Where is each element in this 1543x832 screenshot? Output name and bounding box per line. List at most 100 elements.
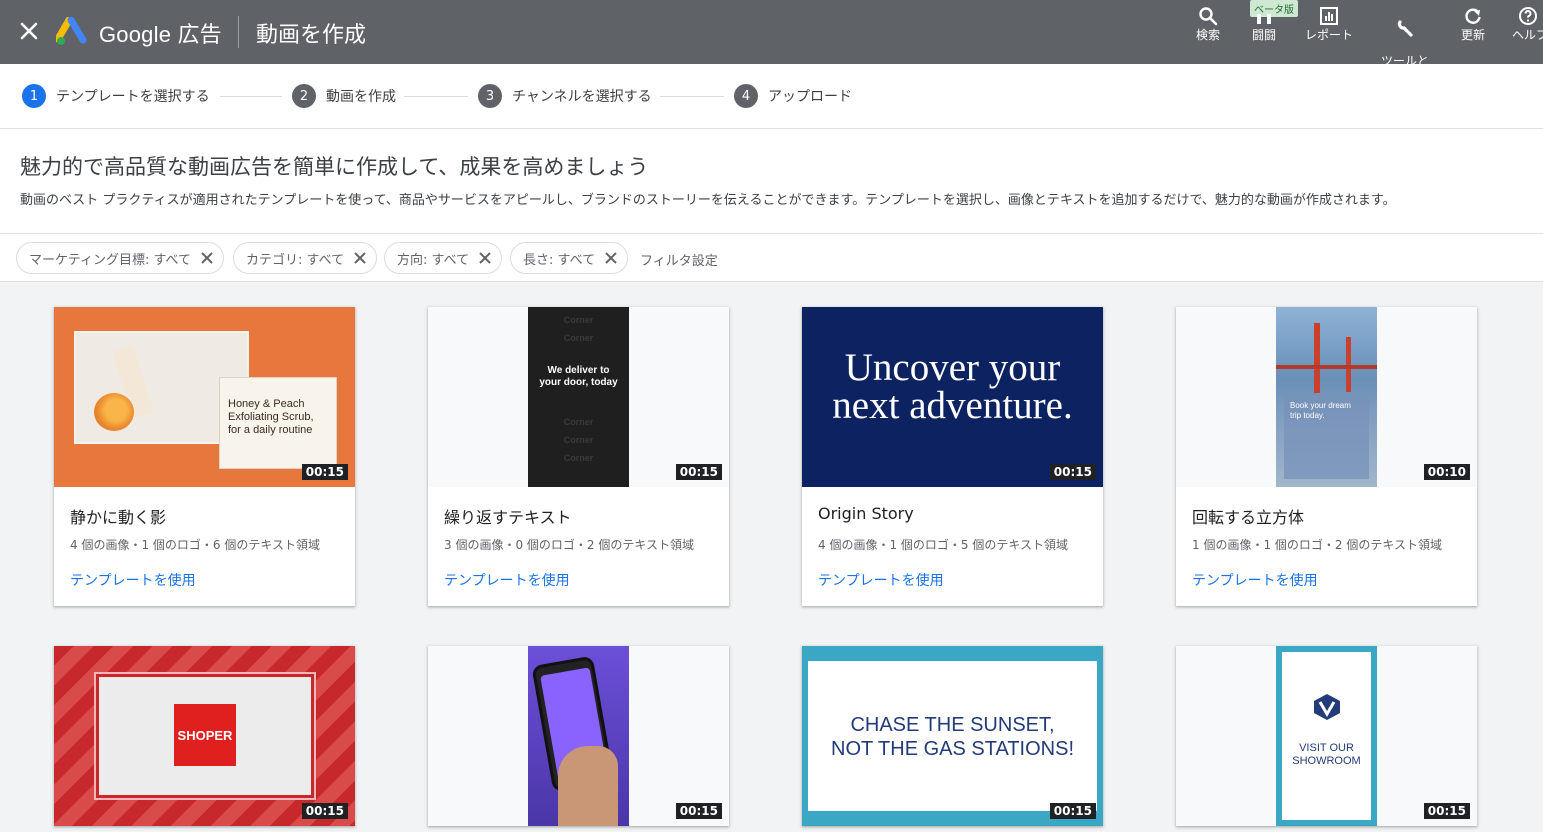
template-card[interactable]: Honey & Peach Exfoliating Scrub, for a d… xyxy=(54,307,355,606)
template-thumbnail[interactable]: Book your dream trip today. 00:10 xyxy=(1176,307,1477,487)
use-template-link[interactable]: テンプレートを使用 xyxy=(70,570,196,590)
page-title: 動画を作成 xyxy=(256,22,367,47)
duration-badge: 00:15 xyxy=(1049,803,1096,819)
brand-logo-icon xyxy=(1314,694,1340,720)
tool-help-button[interactable]: ヘルプ xyxy=(1512,6,1543,42)
report-icon xyxy=(1320,7,1338,25)
help-icon xyxy=(1519,7,1537,25)
intro-description: 動画のベスト プラクティスが適用されたテンプレートを使って、商品やサービスをアピ… xyxy=(20,193,1396,208)
wrench-icon xyxy=(1397,20,1413,37)
template-title: Origin Story xyxy=(818,504,914,523)
duration-badge: 00:15 xyxy=(301,464,348,480)
ghost-text: Corner xyxy=(563,453,594,463)
tool-chart-button[interactable]: 闘闘 xyxy=(1248,6,1280,42)
thumbnail-frame: VISIT OUR SHOWROOM xyxy=(1282,652,1371,820)
tool-search-button[interactable]: 検索 xyxy=(1193,6,1223,42)
tool-report-button[interactable]: レポート xyxy=(1302,6,1356,42)
step-connector xyxy=(660,96,724,97)
template-meta: 1 個の画像・1 個のロゴ・2 個のテキスト領域 xyxy=(1192,538,1442,552)
use-template-link[interactable]: テンプレートを使用 xyxy=(1192,570,1318,590)
template-card[interactable]: SHOPER 00:15 xyxy=(54,646,355,826)
close-icon[interactable] xyxy=(201,252,213,264)
top-app-bar: Google 広告 動画を作成 検索 ベータ版 闘闘 レポート ツールと 設定 … xyxy=(0,0,1543,81)
brand-name: Google 広告 xyxy=(99,22,222,47)
use-template-link[interactable]: テンプレートを使用 xyxy=(818,570,944,590)
step-4[interactable]: 4 アップロード xyxy=(734,84,852,108)
template-card[interactable]: Book your dream trip today. 00:10 回転する立方… xyxy=(1176,307,1477,606)
template-card[interactable]: 00:15 xyxy=(428,646,729,826)
tool-help-label: ヘルプ xyxy=(1512,28,1543,42)
phone-frame xyxy=(528,646,629,826)
use-template-link[interactable]: テンプレートを使用 xyxy=(444,570,570,590)
template-thumbnail[interactable]: VISIT OUR SHOWROOM 00:15 xyxy=(1176,646,1477,826)
step-connector xyxy=(404,96,468,97)
template-card[interactable]: VISIT OUR SHOWROOM 00:15 xyxy=(1176,646,1477,826)
thumbnail-caption: Honey & Peach Exfoliating Scrub, for a d… xyxy=(219,377,337,469)
ghost-text: Corner xyxy=(563,435,594,445)
ghost-text: Corner xyxy=(563,417,594,427)
phone-frame: Corner Corner We deliver to your door, t… xyxy=(528,307,629,487)
filter-chip-category[interactable]: カテゴリ: すべて xyxy=(233,242,378,274)
template-meta: 4 個の画像・1 個のロゴ・5 個のテキスト領域 xyxy=(818,538,1068,552)
template-thumbnail[interactable]: Honey & Peach Exfoliating Scrub, for a d… xyxy=(54,307,355,487)
chart-icon xyxy=(1257,14,1271,24)
template-title: 静かに動く影 xyxy=(70,508,167,527)
filter-chip-length[interactable]: 長さ: すべて xyxy=(510,242,629,274)
step-1-label: テンプレートを選択する xyxy=(56,89,210,105)
filter-bar: マーケティング目標: すべて カテゴリ: すべて 方向: すべて 長さ: すべて… xyxy=(0,234,1543,282)
template-meta: 4 個の画像・1 個のロゴ・6 個のテキスト領域 xyxy=(70,538,320,552)
filter-chip-marketing-goal[interactable]: マーケティング目標: すべて xyxy=(16,242,225,274)
step-3-number: 3 xyxy=(478,84,502,108)
intro-heading: 魅力的で高品質な動画広告を簡単に作成して、成果を高めましょう xyxy=(20,155,649,179)
template-thumbnail[interactable]: CHASE THE SUNSET, NOT THE GAS STATIONS! … xyxy=(802,646,1103,826)
duration-badge: 00:15 xyxy=(301,803,348,819)
duration-badge: 00:15 xyxy=(1049,464,1096,480)
tool-chart-label: 闘闘 xyxy=(1251,28,1276,42)
step-4-label: アップロード xyxy=(768,89,852,105)
peach-image xyxy=(94,393,134,431)
close-icon[interactable] xyxy=(479,252,491,264)
tool-refresh-button[interactable]: 更新 xyxy=(1458,6,1488,42)
thumbnail-caption: CHASE THE SUNSET, NOT THE GAS STATIONS! xyxy=(831,714,1074,760)
thumbnail-caption: VISIT OUR SHOWROOM xyxy=(1292,742,1361,767)
thumbnail-caption: Uncover your next adventure. xyxy=(832,346,1073,427)
template-title: 繰り返すテキスト xyxy=(444,508,572,527)
step-3[interactable]: 3 チャンネルを選択する xyxy=(478,84,652,108)
filter-chip-label: マーケティング目標: すべて xyxy=(29,252,192,268)
template-title: 回転する立方体 xyxy=(1192,508,1305,527)
duration-badge: 00:15 xyxy=(675,803,722,819)
tool-refresh-label: 更新 xyxy=(1460,28,1485,42)
google-ads-logo-icon xyxy=(56,17,87,45)
thumbnail-caption: SHOPER xyxy=(174,704,236,766)
step-4-number: 4 xyxy=(734,84,758,108)
bridge-deck xyxy=(1276,365,1377,369)
thumbnail-frame: CHASE THE SUNSET, NOT THE GAS STATIONS! xyxy=(808,661,1097,811)
close-icon[interactable] xyxy=(18,20,40,42)
hand-image xyxy=(558,746,618,826)
thumbnail-caption: We deliver to your door, today xyxy=(539,365,618,388)
template-thumbnail[interactable]: 00:15 xyxy=(428,646,729,826)
template-thumbnail[interactable]: SHOPER 00:15 xyxy=(54,646,355,826)
phone-frame: Book your dream trip today. xyxy=(1276,307,1377,487)
duration-badge: 00:15 xyxy=(675,464,722,480)
template-card[interactable]: Uncover your next adventure. 00:15 Origi… xyxy=(802,307,1103,606)
step-1[interactable]: 1 テンプレートを選択する xyxy=(22,84,210,108)
template-card[interactable]: Corner Corner We deliver to your door, t… xyxy=(428,307,729,606)
close-icon[interactable] xyxy=(605,252,617,264)
step-2-number: 2 xyxy=(292,84,316,108)
duration-badge: 00:15 xyxy=(1423,803,1470,819)
filter-chip-orientation[interactable]: 方向: すべて xyxy=(384,242,503,274)
step-connector xyxy=(220,96,282,97)
filter-chip-label: 長さ: すべて xyxy=(523,252,596,268)
filter-settings-link[interactable]: フィルタ設定 xyxy=(640,250,718,269)
thumbnail-caption: Book your dream trip today. xyxy=(1290,401,1351,420)
template-thumbnail[interactable]: Uncover your next adventure. 00:15 xyxy=(802,307,1103,487)
search-icon xyxy=(1199,7,1218,26)
step-2[interactable]: 2 動画を作成 xyxy=(292,84,396,108)
ghost-text: Corner xyxy=(563,333,594,343)
close-icon[interactable] xyxy=(354,252,366,264)
template-card[interactable]: CHASE THE SUNSET, NOT THE GAS STATIONS! … xyxy=(802,646,1103,826)
phone-frame: VISIT OUR SHOWROOM xyxy=(1276,646,1377,826)
template-thumbnail[interactable]: Corner Corner We deliver to your door, t… xyxy=(428,307,729,487)
step-2-label: 動画を作成 xyxy=(326,89,396,105)
